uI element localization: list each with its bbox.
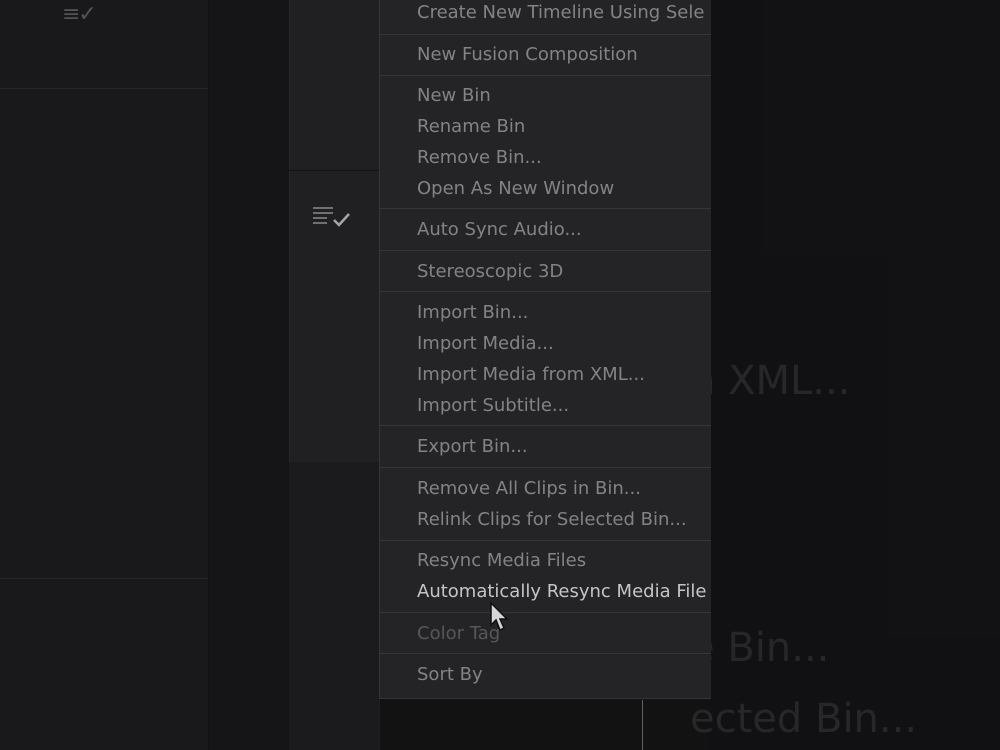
- bg-menu-ghost-text: ected Bin...: [690, 696, 918, 742]
- menu-item-stereoscopic-3d[interactable]: Stereoscopic 3D: [417, 258, 563, 286]
- menu-separator: [380, 467, 711, 468]
- list-check-icon[interactable]: [313, 202, 353, 232]
- menu-separator: [380, 425, 711, 426]
- menu-item-remove-all-clips[interactable]: Remove All Clips in Bin...: [417, 475, 641, 503]
- menu-separator: [380, 653, 711, 654]
- menu-item-import-media-from-xml[interactable]: Import Media from XML...: [417, 361, 645, 389]
- divider: [0, 578, 208, 579]
- divider: [0, 88, 208, 89]
- menu-item-auto-resync-media-files[interactable]: Automatically Resync Media File: [417, 578, 706, 606]
- menu-separator: [380, 208, 711, 209]
- divider: [642, 700, 643, 750]
- menu-item-new-fusion-composition[interactable]: New Fusion Composition: [417, 41, 638, 69]
- menu-item-import-subtitle[interactable]: Import Subtitle...: [417, 392, 569, 420]
- bin-column-lower: [289, 462, 379, 750]
- menu-item-import-bin[interactable]: Import Bin...: [417, 299, 528, 327]
- panel-gap: [209, 0, 289, 750]
- menu-item-color-tag[interactable]: Color Tag: [417, 620, 500, 648]
- menu-separator: [380, 291, 711, 292]
- check-logo-icon: ≡✓: [62, 2, 97, 27]
- left-panel: [0, 0, 209, 750]
- menu-item-resync-media-files[interactable]: Resync Media Files: [417, 547, 586, 575]
- context-menu: Create New Timeline Using Sele New Fusio…: [379, 0, 711, 699]
- menu-item-rename-bin[interactable]: Rename Bin: [417, 113, 525, 141]
- menu-item-create-new-timeline[interactable]: Create New Timeline Using Sele: [417, 0, 704, 27]
- menu-separator: [380, 75, 711, 76]
- menu-separator: [380, 612, 711, 613]
- menu-separator: [380, 540, 711, 541]
- menu-separator: [380, 34, 711, 35]
- menu-item-remove-bin[interactable]: Remove Bin...: [417, 144, 542, 172]
- menu-separator: [380, 250, 711, 251]
- menu-item-sort-by[interactable]: Sort By: [417, 661, 483, 689]
- divider: [289, 170, 379, 171]
- bg-menu-ghost-text: n XML...: [690, 358, 851, 404]
- menu-item-new-bin[interactable]: New Bin: [417, 82, 491, 110]
- menu-item-open-as-new-window[interactable]: Open As New Window: [417, 175, 614, 203]
- menu-item-import-media[interactable]: Import Media...: [417, 330, 554, 358]
- mouse-pointer-icon: [490, 601, 509, 632]
- menu-item-auto-sync-audio[interactable]: Auto Sync Audio...: [417, 216, 582, 244]
- menu-item-relink-clips[interactable]: Relink Clips for Selected Bin...: [417, 506, 687, 534]
- menu-item-export-bin[interactable]: Export Bin...: [417, 433, 528, 461]
